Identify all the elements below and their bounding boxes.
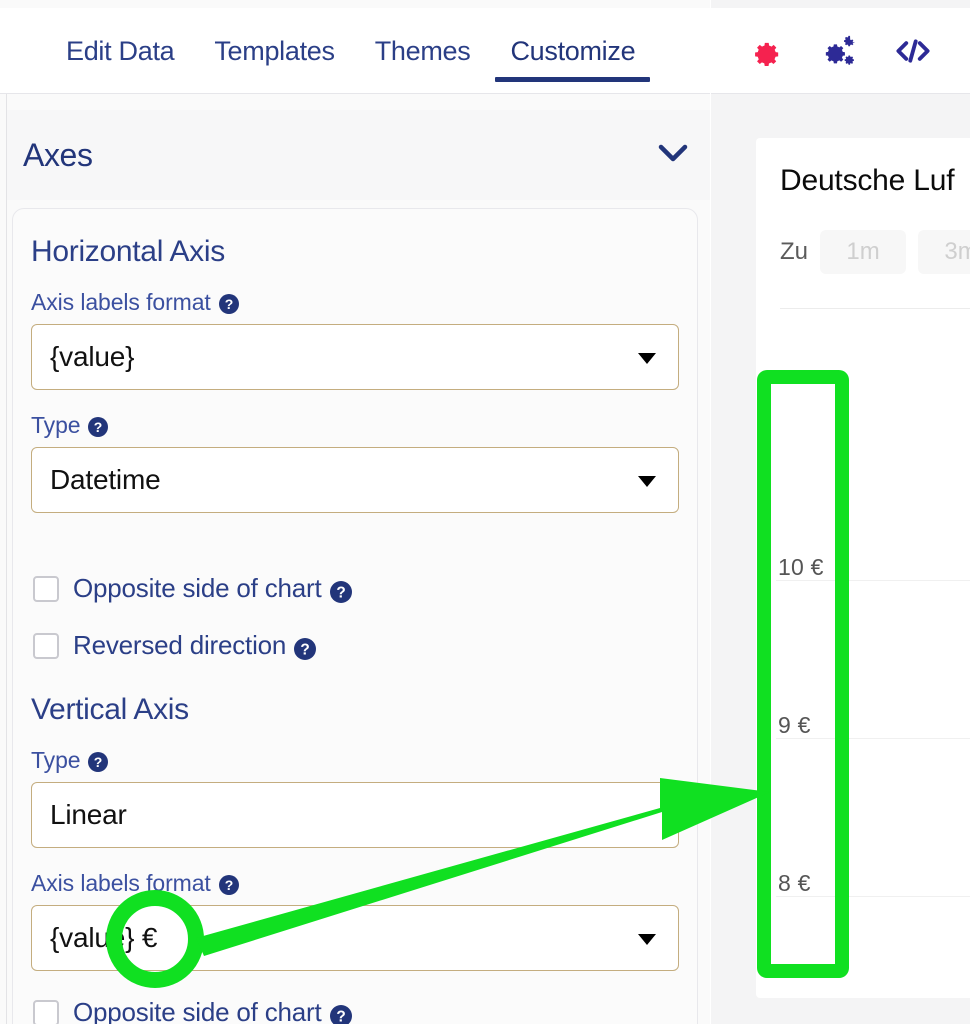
tab-customize[interactable]: Customize [490, 8, 655, 94]
checkbox[interactable] [33, 632, 59, 659]
chevron-down-icon [638, 476, 656, 487]
h-axis-type-label: Type ? [31, 412, 679, 439]
v-axis-labels-format-label: Axis labels format ? [31, 870, 679, 897]
range-button-3m[interactable]: 3m [918, 230, 970, 274]
h-axis-labels-format-label: Axis labels format ? [31, 289, 679, 316]
help-icon[interactable]: ? [329, 1003, 352, 1024]
panel-divider [6, 94, 7, 1024]
chart-preview-card: Deutsche Luf Zu 1m 3m 6 10 € 9 € 8 € 7 € [756, 138, 970, 998]
select-value: {value} € [50, 922, 158, 953]
help-icon[interactable]: ? [294, 636, 317, 660]
v-axis-type-select[interactable]: Linear [31, 782, 679, 848]
field-label-text: Type [31, 747, 81, 773]
checkbox-label: Reversed direction ? [73, 630, 317, 661]
svg-text:?: ? [301, 641, 310, 658]
range-selector-label: Zu [780, 238, 809, 265]
svg-text:?: ? [94, 754, 102, 770]
editor-tabs: Edit Data Templates Themes Customize [46, 8, 655, 94]
code-icon[interactable] [893, 31, 933, 71]
field-label-text: Type [31, 412, 81, 438]
svg-text:?: ? [336, 584, 345, 601]
checkbox-label-text: Opposite side of chart [73, 573, 322, 603]
checkbox-label: Opposite side of chart ? [73, 573, 352, 604]
help-icon[interactable]: ? [218, 874, 239, 895]
checkbox[interactable] [33, 999, 59, 1024]
checkbox[interactable] [33, 575, 59, 602]
tab-themes[interactable]: Themes [355, 8, 491, 94]
field-label-text: Axis labels format [31, 289, 211, 315]
checkbox-label-text: Reversed direction [73, 630, 287, 660]
svg-text:?: ? [224, 296, 232, 312]
horizontal-axis-heading: Horizontal Axis [31, 235, 225, 268]
chart-editor-screen: Edit Data Templates Themes Customize Axe… [0, 0, 970, 1024]
help-icon[interactable]: ? [88, 416, 109, 437]
chevron-down-icon[interactable] [658, 143, 688, 168]
tab-edit-data[interactable]: Edit Data [46, 8, 194, 94]
checkbox-label-text: Opposite side of chart [73, 997, 322, 1024]
tab-label: Themes [374, 35, 471, 66]
axes-section-header[interactable]: Axes [7, 110, 710, 200]
chart-plot-area: 10 € 9 € 8 € 7 € [756, 338, 970, 998]
preview-toolbar [711, 8, 970, 94]
tab-label: Edit Data [66, 35, 175, 66]
h-axis-labels-format-select[interactable]: {value} [31, 324, 679, 390]
help-icon[interactable]: ? [329, 579, 352, 603]
v-axis-type-label: Type ? [31, 747, 679, 774]
help-icon[interactable]: ? [218, 293, 239, 314]
gear-icon[interactable] [745, 31, 785, 71]
chevron-down-icon [638, 934, 656, 945]
chart-title: Deutsche Luf [780, 164, 955, 197]
preview-panel: Deutsche Luf Zu 1m 3m 6 10 € 9 € 8 € 7 € [711, 0, 970, 1024]
svg-text:?: ? [94, 419, 102, 435]
h-axis-type-select[interactable]: Datetime [31, 447, 679, 513]
v-axis-opposite-side-checkbox-row[interactable]: Opposite side of chart ? [33, 997, 679, 1024]
tab-label: Customize [510, 35, 636, 66]
editor-tabbar: Edit Data Templates Themes Customize [0, 8, 710, 94]
help-icon[interactable]: ? [88, 751, 109, 772]
range-button-1m[interactable]: 1m [820, 230, 907, 274]
checkbox-label: Opposite side of chart ? [73, 997, 352, 1024]
chart-range-selector: Zu 1m 3m 6 [780, 230, 970, 274]
tab-label: Templates [214, 35, 335, 66]
select-value: Datetime [50, 464, 161, 495]
chevron-down-icon [638, 353, 656, 364]
tab-templates[interactable]: Templates [194, 8, 354, 94]
select-value: {value} [50, 341, 135, 372]
axes-settings-card: Horizontal Axis Axis labels format ? {va… [12, 208, 698, 1024]
customize-panel: Edit Data Templates Themes Customize Axe… [0, 0, 710, 1024]
cogs-icon[interactable] [819, 31, 859, 71]
chart-series-line [756, 338, 970, 998]
vertical-axis-heading: Vertical Axis [31, 693, 189, 726]
select-value: Linear [50, 799, 127, 830]
field-label-text: Axis labels format [31, 870, 211, 896]
h-axis-reversed-direction-checkbox-row[interactable]: Reversed direction ? [33, 630, 679, 661]
svg-text:?: ? [224, 877, 232, 893]
svg-text:?: ? [336, 1008, 345, 1024]
chart-header-divider [780, 308, 970, 309]
section-title: Axes [23, 136, 93, 173]
h-axis-opposite-side-checkbox-row[interactable]: Opposite side of chart ? [33, 573, 679, 604]
v-axis-labels-format-select[interactable]: {value} € [31, 905, 679, 971]
